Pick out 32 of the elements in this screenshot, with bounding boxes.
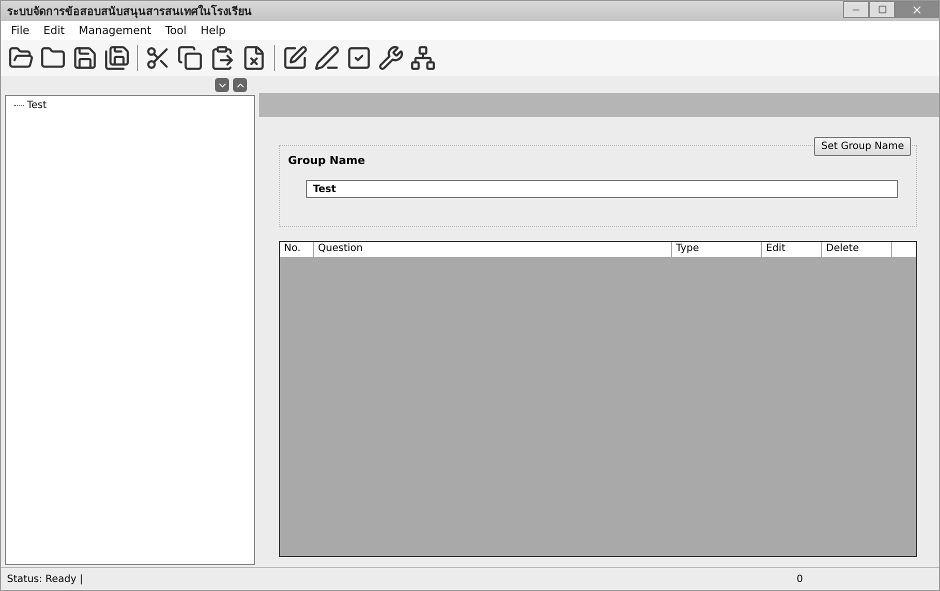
group-name-field[interactable]: Test xyxy=(306,180,898,198)
menu-item[interactable]: Management xyxy=(78,24,152,37)
save-all-icon-button[interactable] xyxy=(103,44,131,72)
column-header[interactable]: Question xyxy=(314,242,672,257)
minimize-button[interactable] xyxy=(843,1,869,18)
edit-icon-button[interactable] xyxy=(281,44,309,72)
menu-item[interactable]: File xyxy=(11,24,30,37)
menu-item[interactable]: Tool xyxy=(165,24,187,37)
pen-icon-button[interactable] xyxy=(313,44,341,72)
save-icon-button[interactable] xyxy=(71,44,99,72)
group-name-label: Group Name xyxy=(288,154,366,167)
column-header[interactable]: No. xyxy=(280,242,314,257)
move-up-button[interactable] xyxy=(233,78,247,92)
checkbox-icon-button[interactable] xyxy=(345,44,373,72)
close-icon xyxy=(911,4,923,16)
set-group-name-button[interactable]: Set Group Name xyxy=(814,137,911,156)
tree-item[interactable]: Test xyxy=(12,100,49,111)
status-count: 0 xyxy=(796,574,803,584)
tree-icon-button[interactable] xyxy=(409,44,437,72)
copy-icon-button[interactable] xyxy=(176,44,204,72)
maximize-button[interactable] xyxy=(869,1,895,18)
column-header[interactable]: Type xyxy=(672,242,762,257)
wrench-icon-button[interactable] xyxy=(377,44,405,72)
column-header[interactable]: Edit xyxy=(762,242,822,257)
menu-item[interactable]: Help xyxy=(200,24,226,37)
column-header[interactable]: Delete xyxy=(822,242,892,257)
close-button[interactable] xyxy=(895,1,939,18)
window-title: ระบบจัดการข้อสอบสนับสนุนสารสนเทศในโรงเรียน xyxy=(7,4,252,20)
move-down-button[interactable] xyxy=(215,78,229,92)
menu-item[interactable]: Edit xyxy=(43,24,65,37)
status-text: Status: Ready | xyxy=(7,574,84,584)
maximize-icon xyxy=(878,5,886,14)
